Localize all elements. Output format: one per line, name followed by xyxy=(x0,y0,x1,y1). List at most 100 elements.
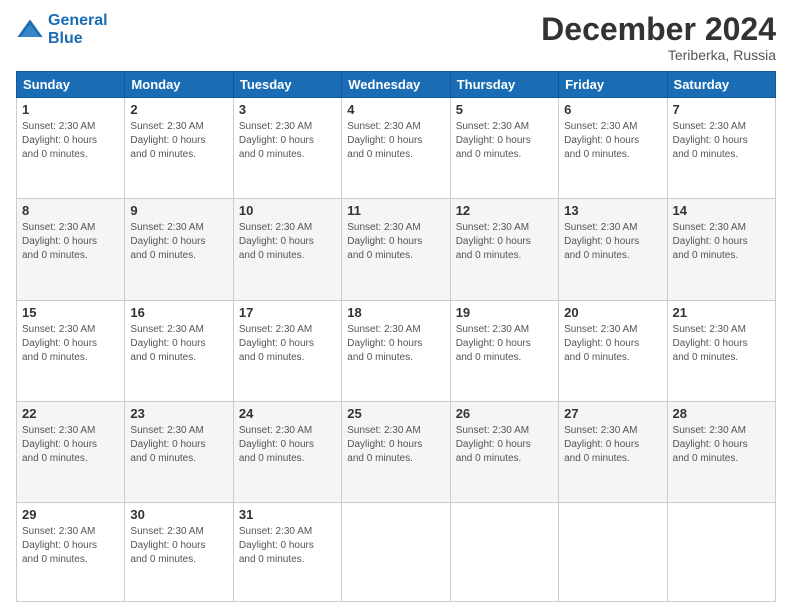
day-info: Sunset: 2:30 AMDaylight: 0 hoursand 0 mi… xyxy=(130,221,227,263)
calendar-cell: 31 Sunset: 2:30 AMDaylight: 0 hoursand 0 … xyxy=(233,503,341,602)
day-info: Sunset: 2:30 AMDaylight: 0 hoursand 0 mi… xyxy=(564,424,661,466)
day-info: Sunset: 2:30 AMDaylight: 0 hoursand 0 mi… xyxy=(456,221,553,263)
calendar-cell: 22Sunset: 2:30 AMDaylight: 0 hoursand 0 … xyxy=(17,401,125,502)
calendar-row-3: 15 Sunset: 2:30 AMDaylight: 0 hoursand 0 … xyxy=(17,300,776,401)
day-number: 1 xyxy=(22,102,119,117)
day-info: Sunset: 2:30 AMDaylight: 0 hoursand 0 mi… xyxy=(347,221,444,263)
calendar-cell: 27 Sunset: 2:30 AMDaylight: 0 hoursand 0 … xyxy=(559,401,667,502)
day-number: 23 xyxy=(130,406,227,421)
day-number: 6 xyxy=(564,102,661,117)
calendar-cell: 7 Sunset: 2:30 AMDaylight: 0 hoursand 0 m… xyxy=(667,98,775,199)
calendar-cell: 30 Sunset: 2:30 AMDaylight: 0 hoursand 0 … xyxy=(125,503,233,602)
day-number: 10 xyxy=(239,203,336,218)
day-number: 27 xyxy=(564,406,661,421)
logo: General Blue xyxy=(16,12,108,47)
header-wednesday: Wednesday xyxy=(342,72,450,98)
day-info: Sunset: 2:30 AMDaylight: 0 hoursand 0 mi… xyxy=(564,120,661,162)
day-number: 29 xyxy=(22,507,119,522)
day-info: Sunset: 2:30 AMDaylight: 0 hoursand 0 mi… xyxy=(22,120,119,162)
day-info: Sunset: 2:30 AMDaylight: 0 hoursand 0 mi… xyxy=(130,120,227,162)
day-number: 18 xyxy=(347,305,444,320)
day-number: 12 xyxy=(456,203,553,218)
header-friday: Friday xyxy=(559,72,667,98)
day-info: Sunset: 2:30 AMDaylight: 0 hoursand 0 mi… xyxy=(456,120,553,162)
calendar-cell: 9 Sunset: 2:30 AMDaylight: 0 hoursand 0 m… xyxy=(125,199,233,300)
calendar-cell xyxy=(559,503,667,602)
calendar-cell: 20Sunset: 2:30 AMDaylight: 0 hoursand 0 … xyxy=(559,300,667,401)
day-info: Sunset: 2:30 AMDaylight: 0 hoursand 0 mi… xyxy=(239,525,336,567)
day-number: 20 xyxy=(564,305,661,320)
calendar-cell: 19 Sunset: 2:30 AMDaylight: 0 hoursand 0 … xyxy=(450,300,558,401)
calendar-cell: 28Sunset: 2:30 AMDaylight: 0 hoursand 0 … xyxy=(667,401,775,502)
title-section: December 2024 Teriberka, Russia xyxy=(541,12,776,63)
calendar-row-2: 8 Sunset: 2:30 AMDaylight: 0 hoursand 0 m… xyxy=(17,199,776,300)
day-info: Sunset: 2:30 AMDaylight: 0 hoursand 0 mi… xyxy=(673,221,770,263)
calendar-cell: 5 Sunset: 2:30 AMDaylight: 0 hoursand 0 m… xyxy=(450,98,558,199)
day-number: 30 xyxy=(130,507,227,522)
header-monday: Monday xyxy=(125,72,233,98)
header-sunday: Sunday xyxy=(17,72,125,98)
calendar-header-row: Sunday Monday Tuesday Wednesday Thursday… xyxy=(17,72,776,98)
calendar: Sunday Monday Tuesday Wednesday Thursday… xyxy=(16,71,776,602)
day-info: Sunset: 2:30 AMDaylight: 0 hoursand 0 mi… xyxy=(673,120,770,162)
calendar-cell: 10Sunset: 2:30 AMDaylight: 0 hoursand 0 … xyxy=(233,199,341,300)
calendar-cell: 24 Sunset: 2:30 AMDaylight: 0 hoursand 0 … xyxy=(233,401,341,502)
calendar-cell: 8 Sunset: 2:30 AMDaylight: 0 hoursand 0 m… xyxy=(17,199,125,300)
calendar-cell: 14 Sunset: 2:30 AMDaylight: 0 hoursand 0 … xyxy=(667,199,775,300)
calendar-cell: 21Sunset: 2:30 AMDaylight: 0 hoursand 0 … xyxy=(667,300,775,401)
day-info: Sunset: 2:30 AMDaylight: 0 hoursand 0 mi… xyxy=(130,424,227,466)
day-number: 5 xyxy=(456,102,553,117)
calendar-cell: 11 Sunset: 2:30 AMDaylight: 0 hoursand 0 … xyxy=(342,199,450,300)
day-number: 19 xyxy=(456,305,553,320)
calendar-row-1: 1 Sunset: 2:30 AMDaylight: 0 hoursand 0 m… xyxy=(17,98,776,199)
day-info: Sunset: 2:30 AMDaylight: 0 hoursand 0 mi… xyxy=(22,525,119,567)
location: Teriberka, Russia xyxy=(541,47,776,63)
day-info: Sunset: 2:30 AMDaylight: 0 hoursand 0 mi… xyxy=(22,323,119,365)
calendar-cell: 15 Sunset: 2:30 AMDaylight: 0 hoursand 0 … xyxy=(17,300,125,401)
calendar-cell xyxy=(342,503,450,602)
logo-text: General Blue xyxy=(48,12,108,47)
header-saturday: Saturday xyxy=(667,72,775,98)
day-info: Sunset: 2:30 AMDaylight: 0 hoursand 0 mi… xyxy=(239,120,336,162)
calendar-cell: 29 Sunset: 2:30 AMDaylight: 0 hoursand 0 … xyxy=(17,503,125,602)
day-info: Sunset: 2:30 AMDaylight: 0 hoursand 0 mi… xyxy=(239,424,336,466)
day-number: 13 xyxy=(564,203,661,218)
day-info: Sunset: 2:30 AMDaylight: 0 hoursand 0 mi… xyxy=(239,323,336,365)
day-info: Sunset: 2:30 AMDaylight: 0 hoursand 0 mi… xyxy=(22,221,119,263)
day-number: 7 xyxy=(673,102,770,117)
day-number: 14 xyxy=(673,203,770,218)
page: General Blue December 2024 Teriberka, Ru… xyxy=(0,0,792,612)
top-section: General Blue December 2024 Teriberka, Ru… xyxy=(16,12,776,63)
day-info: Sunset: 2:30 AMDaylight: 0 hoursand 0 mi… xyxy=(347,323,444,365)
calendar-row-5: 29 Sunset: 2:30 AMDaylight: 0 hoursand 0 … xyxy=(17,503,776,602)
calendar-cell: 2 Sunset: 2:30 AMDaylight: 0 hoursand 0 m… xyxy=(125,98,233,199)
day-number: 11 xyxy=(347,203,444,218)
day-info: Sunset: 2:30 AMDaylight: 0 hoursand 0 mi… xyxy=(130,525,227,567)
calendar-cell: 3Sunset: 2:30 AMDaylight: 0 hoursand 0 m… xyxy=(233,98,341,199)
day-number: 17 xyxy=(239,305,336,320)
day-number: 2 xyxy=(130,102,227,117)
month-year: December 2024 xyxy=(541,12,776,47)
calendar-cell xyxy=(667,503,775,602)
day-info: Sunset: 2:30 AMDaylight: 0 hoursand 0 mi… xyxy=(347,424,444,466)
day-number: 9 xyxy=(130,203,227,218)
day-number: 26 xyxy=(456,406,553,421)
calendar-cell: 13 Sunset: 2:30 AMDaylight: 0 hoursand 0 … xyxy=(559,199,667,300)
calendar-row-4: 22 Sunset: 2:30 AMDaylight: 0 hoursand 0 … xyxy=(17,401,776,502)
calendar-cell: 18 Sunset: 2:30 AMDaylight: 0 hoursand 0 … xyxy=(342,300,450,401)
day-info: Sunset: 2:30 AMDaylight: 0 hoursand 0 mi… xyxy=(456,323,553,365)
day-info: Sunset: 2:30 AMDaylight: 0 hoursand 0 mi… xyxy=(673,323,770,365)
calendar-cell: 23 Sunset: 2:30 AMDaylight: 0 hoursand 0 … xyxy=(125,401,233,502)
day-number: 24 xyxy=(239,406,336,421)
day-info: Sunset: 2:30 AMDaylight: 0 hoursand 0 mi… xyxy=(564,221,661,263)
day-number: 31 xyxy=(239,507,336,522)
day-info: Sunset: 2:30 AMDaylight: 0 hoursand 0 mi… xyxy=(347,120,444,162)
header-tuesday: Tuesday xyxy=(233,72,341,98)
day-number: 28 xyxy=(673,406,770,421)
day-number: 4 xyxy=(347,102,444,117)
day-number: 15 xyxy=(22,305,119,320)
header-thursday: Thursday xyxy=(450,72,558,98)
day-info: Sunset: 2:30 AMDaylight: 0 hoursand 0 mi… xyxy=(130,323,227,365)
day-number: 22 xyxy=(22,406,119,421)
day-number: 8 xyxy=(22,203,119,218)
